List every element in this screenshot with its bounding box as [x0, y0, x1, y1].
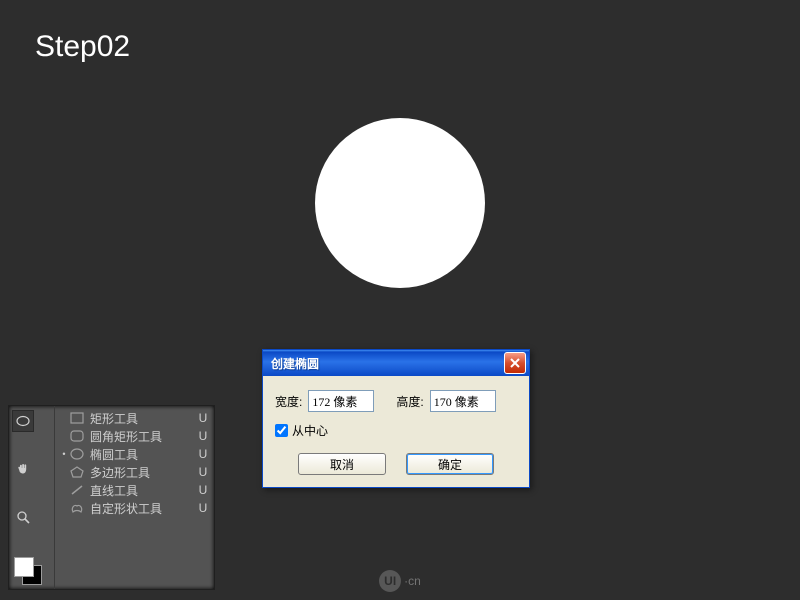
watermark-logo: UI — [379, 570, 401, 592]
width-input[interactable] — [308, 390, 374, 412]
dialog-titlebar[interactable]: 创建椭圆 — [263, 350, 529, 376]
tool-label: 圆角矩形工具 — [86, 428, 195, 445]
dialog-title: 创建椭圆 — [271, 355, 504, 372]
tool-label: 矩形工具 — [86, 410, 195, 427]
watermark: UI·cn — [0, 570, 800, 592]
tool-label: 自定形状工具 — [86, 500, 195, 517]
tool-shortcut: U — [195, 501, 211, 515]
ok-button[interactable]: 确定 — [406, 453, 494, 475]
polygon-icon — [68, 464, 86, 480]
tool-row-line[interactable]: 直线工具 U — [60, 481, 211, 499]
canvas-circle — [315, 118, 485, 288]
tool-ellipse[interactable] — [12, 410, 34, 432]
tool-label: 直线工具 — [86, 482, 195, 499]
tool-row-custom[interactable]: 自定形状工具 U — [60, 499, 211, 517]
step-label: Step02 — [35, 30, 130, 64]
tool-label: 椭圆工具 — [86, 446, 195, 463]
shape-tool-list: 矩形工具 U 圆角矩形工具 U • 椭圆工具 U — [55, 406, 214, 589]
tool-icon-column — [9, 406, 55, 589]
height-input[interactable] — [430, 390, 496, 412]
close-button[interactable] — [504, 352, 526, 374]
tool-hidden-2[interactable] — [12, 482, 34, 504]
rect-icon — [68, 410, 86, 426]
line-icon — [68, 482, 86, 498]
close-icon — [509, 357, 521, 369]
tool-label: 多边形工具 — [86, 464, 195, 481]
tool-shortcut: U — [195, 465, 211, 479]
from-center-checkbox[interactable] — [275, 424, 288, 437]
from-center-label: 从中心 — [292, 422, 328, 439]
tool-row-rounded[interactable]: 圆角矩形工具 U — [60, 427, 211, 445]
tool-zoom[interactable] — [12, 506, 34, 528]
width-label: 宽度: — [275, 393, 302, 410]
watermark-suffix: ·cn — [404, 574, 421, 588]
tool-row-rect[interactable]: 矩形工具 U — [60, 409, 211, 427]
tool-row-ellipse[interactable]: • 椭圆工具 U — [60, 445, 211, 463]
size-field-row: 宽度: 高度: — [275, 390, 517, 412]
custom-shape-icon — [68, 500, 86, 516]
ellipse-icon — [68, 446, 86, 462]
tool-hidden-1[interactable] — [12, 434, 34, 456]
tool-shortcut: U — [195, 447, 211, 461]
tool-shortcut: U — [195, 411, 211, 425]
tool-row-polygon[interactable]: 多边形工具 U — [60, 463, 211, 481]
rounded-rect-icon — [68, 428, 86, 444]
tools-panel: 矩形工具 U 圆角矩形工具 U • 椭圆工具 U — [8, 405, 215, 590]
tool-hidden-3[interactable] — [12, 530, 34, 552]
tool-shortcut: U — [195, 429, 211, 443]
tool-shortcut: U — [195, 483, 211, 497]
tool-hand[interactable] — [12, 458, 34, 480]
swatch-foreground[interactable] — [14, 557, 34, 577]
create-ellipse-dialog: 创建椭圆 宽度: 高度: 从中心 取消 确定 — [262, 349, 530, 488]
cancel-button[interactable]: 取消 — [298, 453, 386, 475]
height-label: 高度: — [396, 393, 423, 410]
row-marker: • — [60, 449, 68, 459]
